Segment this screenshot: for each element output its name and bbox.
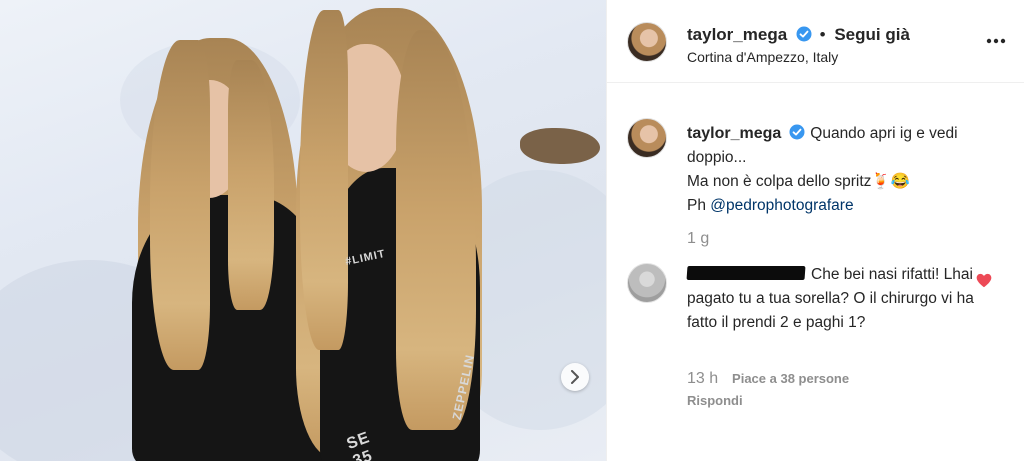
post-photo[interactable]: #LIMIT SE 35 ZEPPELIN	[0, 0, 606, 461]
comment-timestamp[interactable]: 13 h	[687, 370, 718, 387]
caption-text: taylor_mega Quando apri ig e vedi doppio…	[687, 122, 1007, 218]
caption-username[interactable]: taylor_mega	[687, 125, 781, 142]
redacted-username	[686, 266, 806, 280]
next-photo-button[interactable]	[561, 363, 589, 391]
author-username[interactable]: taylor_mega	[687, 25, 787, 44]
comment-body: Che bei nasi rifatti! Lhai pagato tu a t…	[686, 263, 977, 335]
more-options-icon[interactable]	[986, 38, 1006, 44]
chevron-right-icon	[571, 370, 579, 384]
post-timestamp[interactable]: 1 g	[687, 230, 709, 248]
separator: •	[819, 25, 826, 44]
caption-avatar[interactable]	[627, 118, 667, 158]
comment-likes-count[interactable]: Piace a 38 persone	[732, 371, 849, 386]
comment-meta: 13 h Piace a 38 persone	[687, 370, 849, 388]
verified-badge-icon	[796, 26, 812, 42]
caption-line-2: Ma non è colpa dello spritz🍹😂	[687, 173, 910, 190]
verified-badge-icon	[789, 124, 805, 140]
reply-button[interactable]: Rispondi	[687, 393, 743, 408]
author-line: taylor_mega • Segui già	[687, 25, 910, 45]
photographer-mention-link[interactable]: @pedrophotografare	[710, 197, 853, 214]
rock	[520, 128, 600, 164]
heart-icon[interactable]	[976, 273, 992, 288]
author-avatar[interactable]	[627, 22, 667, 62]
post-panel: taylor_mega • Segui già Cortina d'Ampezz…	[606, 0, 1024, 461]
post-header: taylor_mega • Segui già Cortina d'Ampezz…	[607, 0, 1024, 83]
commenter-avatar[interactable]	[627, 263, 667, 303]
location-link[interactable]: Cortina d'Ampezzo, Italy	[687, 49, 838, 65]
follow-button[interactable]: Segui già	[834, 25, 910, 44]
caption-photo-credit-prefix: Ph	[687, 197, 706, 214]
